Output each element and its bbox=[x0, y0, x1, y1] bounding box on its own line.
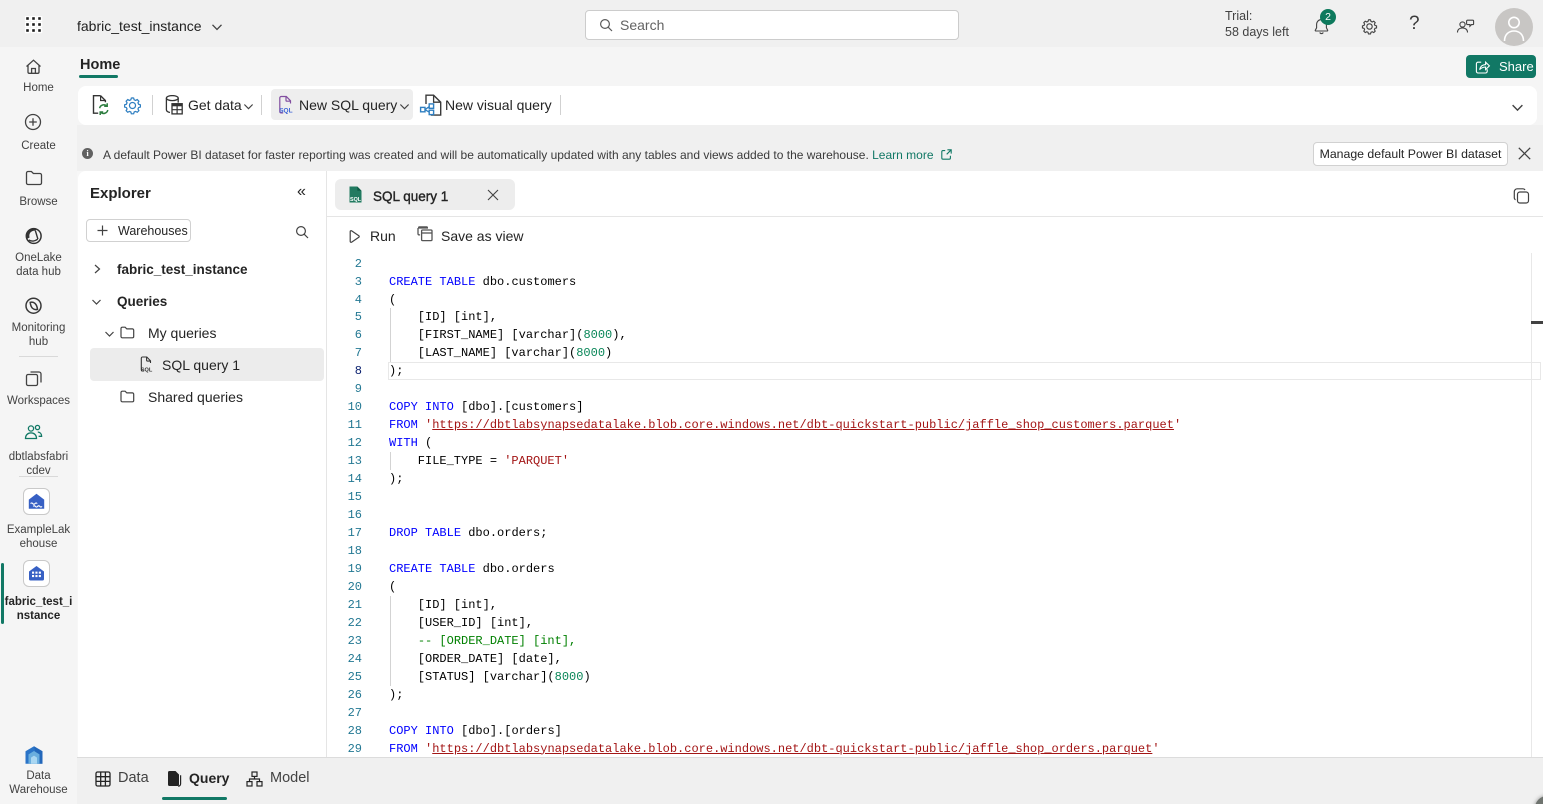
svg-text:SQL: SQL bbox=[141, 367, 153, 373]
svg-text:SQL: SQL bbox=[350, 197, 362, 203]
svg-text:SQL: SQL bbox=[279, 108, 292, 115]
